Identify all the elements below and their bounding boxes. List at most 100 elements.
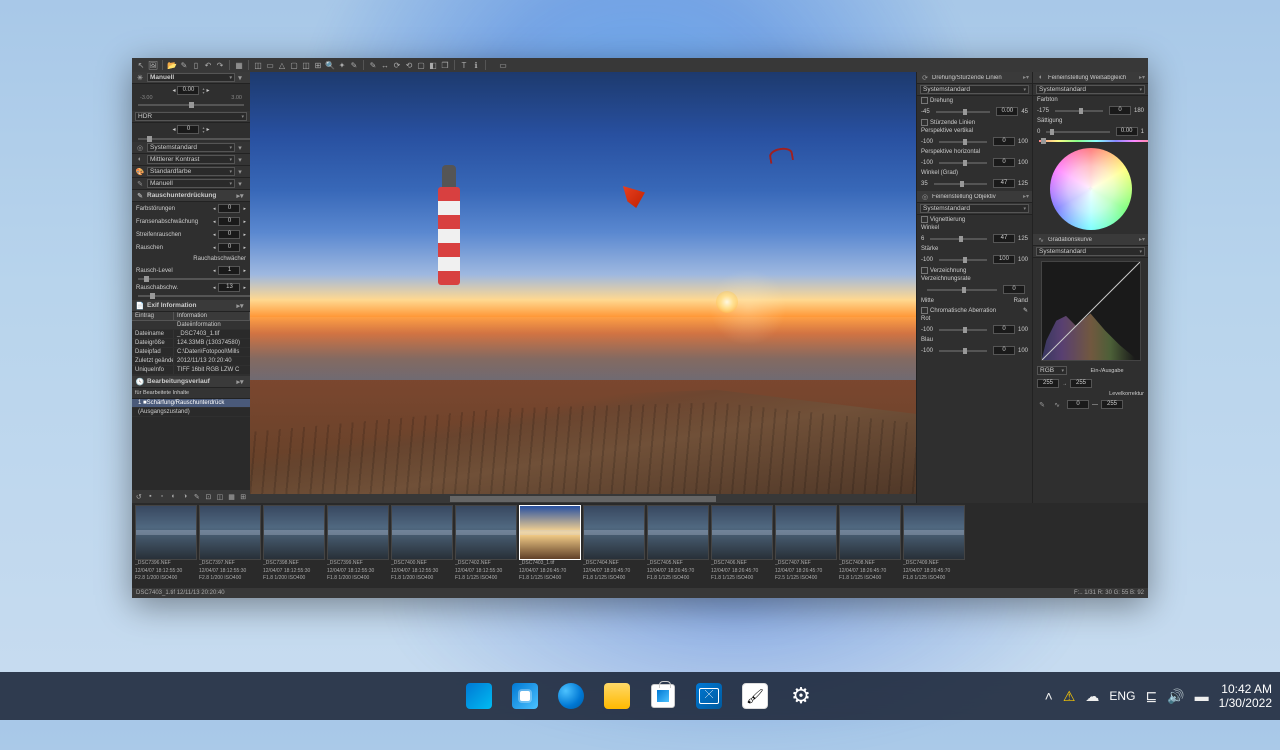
io-in[interactable]: 255 [1037, 379, 1059, 388]
checkbox[interactable] [921, 119, 928, 126]
info-icon[interactable]: ℹ [471, 60, 481, 70]
edge-button[interactable] [551, 676, 591, 716]
volume-icon[interactable]: 🔊 [1167, 688, 1184, 705]
fit-icon[interactable]: ⊞ [313, 60, 323, 70]
picker-icon[interactable]: ✎ [1037, 400, 1047, 409]
thumbnail-item[interactable]: _DSC7408.NEF 12/04/07 18:26:45:70 F1.8 1… [839, 505, 901, 586]
rgb-dropdown[interactable]: RGB [1037, 366, 1067, 375]
text-icon[interactable]: T [459, 60, 469, 70]
main-image[interactable] [250, 72, 916, 494]
crop-icon[interactable]: ▢ [289, 60, 299, 70]
mail-button[interactable] [689, 676, 729, 716]
noise-param-value[interactable]: 0 [218, 243, 240, 252]
manual-value[interactable]: 0.00 [177, 86, 199, 95]
thumbnail-item[interactable]: _DSC7409.NEF 12/04/07 18:26:45:70 F1.8 1… [903, 505, 965, 586]
manual-slider[interactable] [138, 104, 244, 106]
picker-icon[interactable]: ✎ [1023, 307, 1028, 314]
hue-gradient[interactable] [1039, 140, 1148, 142]
history-item[interactable]: (Ausgangszustand) [132, 408, 250, 417]
hue-value[interactable]: 0 [1109, 106, 1131, 115]
noise-param-value[interactable]: 0 [218, 230, 240, 239]
color-wheel[interactable]: ✦ [1050, 148, 1132, 230]
rect-icon[interactable]: ▢ [416, 60, 426, 70]
param-slider[interactable] [927, 289, 997, 291]
param-value[interactable]: 0 [1003, 285, 1025, 294]
collapse-icon[interactable]: ▸▾ [1023, 74, 1029, 81]
reset-icon[interactable]: ↺ [134, 492, 144, 502]
tool7-icon[interactable]: ⊞ [238, 492, 248, 502]
collapse-icon[interactable]: ▸▾ [1139, 74, 1145, 81]
start-button[interactable] [459, 676, 499, 716]
thumbnail-image[interactable] [775, 505, 837, 560]
horizontal-scrollbar[interactable] [250, 494, 916, 503]
param-slider[interactable] [934, 183, 987, 185]
history-item[interactable]: 1 ■Schärfung/Rauschunterdrück [132, 399, 250, 408]
collapse-icon[interactable]: ▸▾ [235, 377, 245, 386]
rotate2-icon[interactable]: ⟲ [404, 60, 414, 70]
tool2-icon[interactable]: ◑ [180, 492, 190, 502]
clock[interactable]: 10:42 AM 1/30/2022 [1219, 682, 1272, 711]
thumbnail-image[interactable] [903, 505, 965, 560]
lvl-lo[interactable]: 0 [1067, 400, 1089, 409]
thumbnail-image[interactable] [263, 505, 325, 560]
export-icon[interactable]: ▫ [157, 492, 167, 502]
param-value[interactable]: 100 [993, 255, 1015, 264]
io-out[interactable]: 255 [1070, 379, 1092, 388]
curves-editor[interactable] [1041, 261, 1141, 361]
noise-param-value[interactable]: 0 [218, 217, 240, 226]
save-icon[interactable]: ▪ [146, 492, 156, 502]
collapse-icon[interactable]: ▾ [235, 179, 245, 188]
thumbnail-item[interactable]: _DSC7407.NEF 12/04/07 18:26:45:70 F2.5 1… [775, 505, 837, 586]
param-slider[interactable] [939, 350, 987, 352]
collapse-icon[interactable]: ▾ [235, 155, 245, 164]
param-slider[interactable] [939, 141, 987, 143]
thumbnail-image[interactable] [455, 505, 517, 560]
noise-level-value[interactable]: 1 [218, 266, 240, 275]
param-value[interactable]: 0.00 [996, 107, 1018, 116]
thumbnail-item[interactable]: _DSC7397.NEF 12/04/07 18:12:55:30 F2.8 1… [199, 505, 261, 586]
thumbnail-image[interactable] [583, 505, 645, 560]
thumbnail-item[interactable]: _DSC7396.NEF 12/04/07 18:12:55:30 F2.8 1… [135, 505, 197, 586]
param-slider[interactable] [936, 111, 991, 113]
warning-icon[interactable]: △ [277, 60, 287, 70]
param-value[interactable]: 47 [993, 179, 1015, 188]
noise-level-slider[interactable] [138, 278, 250, 280]
image-viewport[interactable] [250, 72, 916, 503]
noise-att-value[interactable]: 13 [218, 283, 240, 292]
checkbox[interactable] [921, 307, 928, 314]
language-indicator[interactable]: ENG [1109, 689, 1135, 703]
collapse-icon[interactable]: ▸▾ [1023, 193, 1029, 200]
collapse-icon[interactable]: ▸▾ [235, 301, 245, 310]
curves-std-dropdown[interactable]: Systemstandard [1036, 247, 1145, 256]
thumbnail-item[interactable]: _DSC7400.NEF 12/04/07 18:12:55:30 F1.8 1… [391, 505, 453, 586]
param-slider[interactable] [939, 259, 987, 261]
noise-param-value[interactable]: 0 [218, 204, 240, 213]
layout1-icon[interactable]: ◫ [253, 60, 263, 70]
store-button[interactable] [643, 676, 683, 716]
settings-button[interactable]: ⚙ [781, 676, 821, 716]
thumbnail-strip[interactable]: _DSC7396.NEF 12/04/07 18:12:55:30 F2.8 1… [132, 503, 1148, 588]
tool6-icon[interactable]: ▦ [227, 492, 237, 502]
thumbnail-image[interactable] [519, 505, 581, 560]
thumbnail-item[interactable]: _DSC7399.NEF 12/04/07 18:12:55:30 F1.8 1… [327, 505, 389, 586]
redo-icon[interactable]: ↷ [215, 60, 225, 70]
lvl-hi[interactable]: 255 [1101, 400, 1123, 409]
param-value[interactable]: 47 [993, 234, 1015, 243]
thumbnail-item[interactable]: _DSC7406.NEF 12/04/07 18:26:45:70 F1.8 1… [711, 505, 773, 586]
thumbnail-item[interactable]: _DSC7398.NEF 12/04/07 18:12:55:30 F1.8 1… [263, 505, 325, 586]
collapse-icon[interactable]: ▸▾ [235, 191, 245, 200]
thumbnail-item[interactable]: _DSC7404.NEF 12/04/07 18:26:45:70 F1.8 1… [583, 505, 645, 586]
wb-std-dropdown[interactable]: Systemstandard [1036, 85, 1145, 94]
network-icon[interactable]: ⊑ [1145, 688, 1157, 705]
param-slider[interactable] [939, 329, 987, 331]
grid-icon[interactable]: ▦ [234, 60, 244, 70]
thumbnail-item[interactable]: _DSC7402.NEF 12/04/07 18:12:55:30 F1.8 1… [455, 505, 517, 586]
hue-slider[interactable] [1055, 110, 1103, 112]
collapse-icon[interactable]: ▾ [235, 143, 245, 152]
wand-icon[interactable]: ✦ [337, 60, 347, 70]
collapse-icon[interactable]: ▾ [235, 167, 245, 176]
preset-dropdown[interactable]: Mittlerer Kontrast [147, 155, 235, 164]
std-dropdown2[interactable]: Systemstandard [920, 204, 1029, 213]
hdr-slider[interactable] [138, 138, 250, 140]
param-value[interactable]: 0 [993, 137, 1015, 146]
